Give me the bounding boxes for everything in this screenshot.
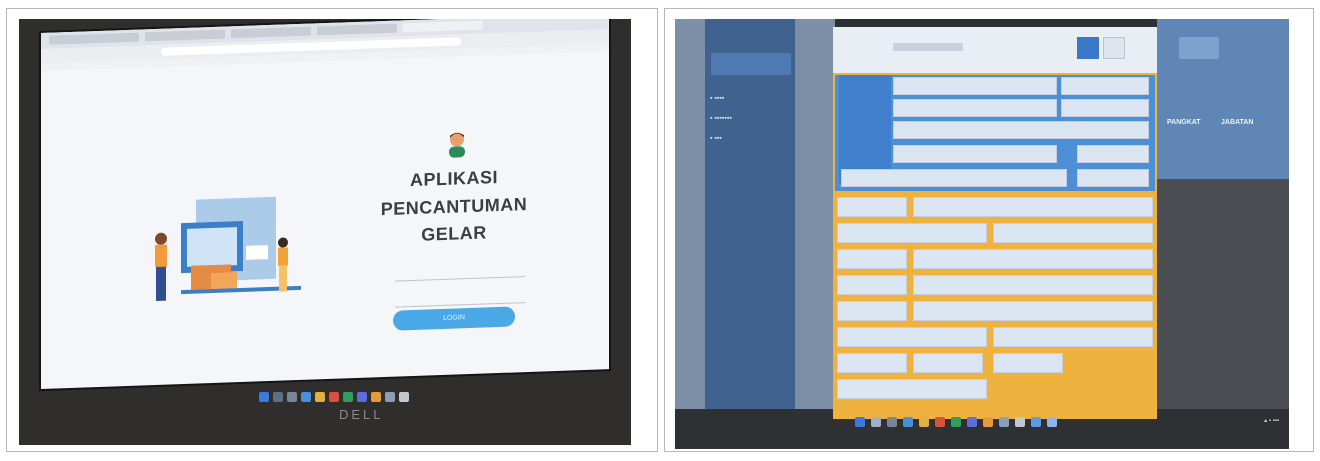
photo-placeholder: [839, 75, 891, 183]
system-tray: ▴ ▪ ▪▪▪: [1264, 418, 1279, 424]
illustration-box-small: [211, 272, 237, 292]
search-icon[interactable]: [273, 392, 283, 402]
app-title-line-1: APLIKASI: [409, 167, 498, 191]
date-field[interactable]: [1061, 99, 1149, 117]
field-label: [837, 379, 987, 399]
windows-taskbar: [855, 414, 1135, 432]
tmt-field[interactable]: [1077, 169, 1149, 187]
illustration-monitor-screen: [187, 227, 237, 267]
app-icon[interactable]: [357, 392, 367, 402]
field-label: [837, 301, 907, 321]
form-field[interactable]: [913, 249, 1153, 269]
laptop-screen: APLIKASI PENCANTUMAN GELAR LOGIN: [41, 19, 609, 389]
illustration-person-head: [155, 232, 167, 245]
form-field[interactable]: [913, 197, 1153, 217]
windows-taskbar: [259, 389, 469, 405]
start-icon[interactable]: [259, 392, 269, 402]
app-icon[interactable]: [967, 417, 977, 427]
column-header-pangkat: PANGKAT: [1167, 119, 1201, 126]
taskview-icon[interactable]: [287, 392, 297, 402]
sidebar-item[interactable]: ▪ ▪▪▪: [710, 135, 722, 142]
app-icon[interactable]: [999, 417, 1009, 427]
close-button[interactable]: [1103, 37, 1125, 59]
monitor-photo: ▪ ▪▪▪▪ ▪ ▪▪▪▪▪▪▪ ▪ ▪▪▪ PANGKAT JABATAN ▴…: [675, 19, 1289, 449]
taskview-icon[interactable]: [887, 417, 897, 427]
folder-icon[interactable]: [919, 417, 929, 427]
edge-icon[interactable]: [301, 392, 311, 402]
save-button[interactable]: [1077, 37, 1099, 59]
browser-tab[interactable]: [317, 23, 397, 36]
app-title-line-2: PENCANTUMAN: [380, 194, 528, 220]
field-label: [837, 249, 907, 269]
form-dialog: [833, 27, 1157, 419]
institution-field[interactable]: [841, 169, 1067, 187]
sidebar-active-item[interactable]: [711, 53, 791, 75]
grade-field[interactable]: [1077, 145, 1149, 163]
app-icon[interactable]: [399, 392, 409, 402]
illustration-woman-body: [278, 247, 288, 266]
form-field[interactable]: [993, 353, 1063, 373]
name-field[interactable]: [893, 77, 1057, 95]
laptop-photo: APLIKASI PENCANTUMAN GELAR LOGIN DELL: [19, 19, 631, 445]
sidebar-item[interactable]: ▪ ▪▪▪▪: [710, 95, 724, 102]
browser-tab[interactable]: [145, 29, 225, 42]
illustration-person-legs: [156, 266, 166, 301]
nip-field[interactable]: [1061, 77, 1149, 95]
illustration-chart: [246, 245, 268, 260]
start-icon[interactable]: [855, 417, 865, 427]
app-icon[interactable]: [343, 392, 353, 402]
background-button[interactable]: [1179, 37, 1219, 59]
folder-icon[interactable]: [315, 392, 325, 402]
username-input[interactable]: [395, 262, 525, 282]
illustration-woman-legs: [279, 265, 287, 292]
form-header: [833, 27, 1157, 73]
browser-tab[interactable]: [231, 26, 311, 39]
edge-icon[interactable]: [903, 417, 913, 427]
left-photo-frame: APLIKASI PENCANTUMAN GELAR LOGIN DELL: [6, 8, 658, 452]
chrome-icon[interactable]: [983, 417, 993, 427]
app-icon[interactable]: [935, 417, 945, 427]
app-icon[interactable]: [329, 392, 339, 402]
form-field[interactable]: [913, 275, 1153, 295]
password-input[interactable]: [395, 288, 525, 308]
app-icon[interactable]: [385, 392, 395, 402]
app-icon[interactable]: [1047, 417, 1057, 427]
right-photo-frame: ▪ ▪▪▪▪ ▪ ▪▪▪▪▪▪▪ ▪ ▪▪▪ PANGKAT JABATAN ▴…: [664, 8, 1314, 452]
position-field[interactable]: [893, 145, 1057, 163]
identity-section: [835, 75, 1155, 191]
chrome-icon[interactable]: [371, 392, 381, 402]
column-header-jabatan: JABATAN: [1221, 119, 1254, 126]
birth-field[interactable]: [893, 99, 1057, 117]
app-icon[interactable]: [951, 417, 961, 427]
search-icon[interactable]: [871, 417, 881, 427]
field-label: [837, 327, 987, 347]
app-title-line-3: GELAR: [421, 222, 487, 245]
field-label: [837, 353, 907, 373]
background-table-header: PANGKAT JABATAN: [1157, 19, 1289, 179]
form-field[interactable]: [993, 327, 1153, 347]
form-header-text: [893, 43, 963, 51]
field-label: [837, 275, 907, 295]
app-sidebar: [705, 19, 795, 409]
background-table-body: [1157, 179, 1289, 409]
sidebar-item[interactable]: ▪ ▪▪▪▪▪▪▪: [710, 115, 732, 122]
form-field[interactable]: [913, 301, 1153, 321]
illustration-woman-head: [278, 237, 288, 248]
browser-tab[interactable]: [49, 32, 139, 45]
field-label: [837, 223, 987, 243]
app-icon[interactable]: [1015, 417, 1025, 427]
login-illustration: [155, 196, 301, 301]
field-label: [837, 197, 907, 217]
illustration-person-body: [155, 244, 167, 268]
login-button[interactable]: LOGIN: [393, 306, 515, 331]
form-field[interactable]: [993, 223, 1153, 243]
app-icon[interactable]: [1031, 417, 1041, 427]
user-avatar-icon: [449, 132, 465, 158]
browser-tab-active[interactable]: [403, 20, 483, 33]
unit-field[interactable]: [893, 121, 1149, 139]
form-field[interactable]: [913, 353, 983, 373]
laptop-brand-logo: DELL: [339, 407, 384, 422]
